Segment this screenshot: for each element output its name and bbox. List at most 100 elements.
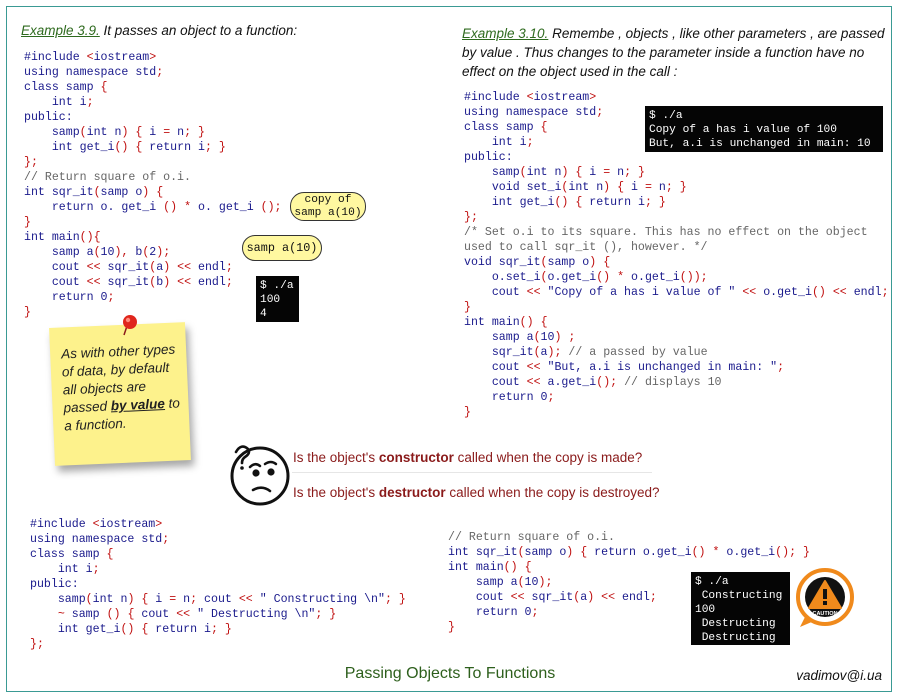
code-line: using namespace std; [30, 533, 170, 546]
question-1-keyword: constructor [378, 450, 454, 465]
code-line: } [24, 216, 31, 229]
code-line: return 0; [448, 606, 539, 619]
code-line: o.set_i(o.get_i() * o.get_i()); [464, 271, 708, 284]
code-line: void set_i(int n) { i = n; } [464, 181, 687, 194]
question-2-keyword: destructor [378, 485, 446, 500]
code-line: cout << sqr_it(b) << endl; [24, 276, 233, 289]
terminal-output-3: $ ./a Constructing 100 Destructing Destru… [691, 572, 790, 645]
code-line: return 0; [24, 291, 115, 304]
terminal-line: $ ./a [695, 576, 729, 588]
question-separator-1 [292, 472, 652, 473]
code-line: int main(){ [24, 231, 101, 244]
code-line: class samp { [30, 548, 114, 561]
samp-a-bubble: samp a(10) [242, 235, 322, 261]
code-line: // Return square of o.i. [448, 531, 615, 544]
copy-of-label: copy of [304, 193, 352, 206]
code-line: } [448, 621, 455, 634]
copy-of-samp-bubble: copy of samp a(10) [290, 192, 366, 221]
code-line: int get_i() { return i; } [30, 623, 232, 636]
example-3-10-line1: Example 3.10. Remembe , objects , like o… [462, 24, 884, 43]
terminal-line: Constructing [695, 590, 783, 602]
code-line: int i; [464, 136, 534, 149]
code-line: int get_i() { return i; } [24, 141, 226, 154]
terminal-line: $ ./a [260, 280, 294, 292]
code-example-3-9: #include <iostream> using namespace std;… [24, 50, 282, 320]
example-3-10-heading: Example 3.10. Remembe , objects , like o… [462, 24, 884, 81]
code-line: public: [30, 578, 79, 591]
code-line: samp a(10); [448, 576, 553, 589]
code-line: int i; [30, 563, 100, 576]
code-line: class samp { [24, 81, 108, 94]
code-line: int sqr_it(samp o) { return o.get_i() * … [448, 546, 810, 559]
code-line: cout << "But, a.i is unchanged in main: … [464, 361, 785, 374]
terminal-line: Destructing [695, 618, 776, 630]
question-2-prefix: Is the object's [293, 485, 379, 500]
question-destructor: Is the object's destructor called when t… [293, 484, 660, 502]
question-1-suffix: called when the copy is made? [453, 450, 643, 465]
note-emphasis: by value [110, 396, 166, 414]
code-line: using namespace std; [24, 66, 164, 79]
question-2-suffix: called when the copy is destroyed? [445, 485, 660, 500]
code-line: int i; [24, 96, 94, 109]
code-line: return o. get_i () * o. get_i (); [24, 201, 282, 214]
code-line: #include <iostream> [30, 518, 163, 531]
example-3-9-label: Example 3.9. [21, 23, 100, 38]
code-line: } [464, 406, 471, 419]
question-constructor: Is the object's constructor called when … [293, 449, 642, 467]
terminal-line: 100 [260, 294, 281, 306]
code-line: used to call sqr_it (), however. */ [464, 241, 708, 254]
author-email: vadimov@i.ua [796, 668, 882, 683]
sticky-note: As with other types of data, by default … [49, 322, 191, 466]
terminal-line: 4 [260, 308, 267, 320]
code-line: int sqr_it(samp o) { [24, 186, 164, 199]
code-line: samp a(10), b(2); [24, 246, 171, 259]
example-3-10-label: Example 3.10. [462, 26, 549, 41]
code-line: samp(int n) { i = n; cout << " Construct… [30, 593, 406, 606]
samp-a-label: samp a(10) [246, 240, 318, 255]
terminal-output-2: $ ./a Copy of a has i value of 100 But, a.… [645, 106, 883, 152]
code-line: class samp { [464, 121, 548, 134]
code-constructor-destructor-class: #include <iostream> using namespace std;… [30, 517, 406, 652]
code-line: samp(int n) { i = n; } [464, 166, 646, 179]
code-line: }; [464, 211, 478, 224]
code-line: public: [464, 151, 513, 164]
code-line: } [464, 301, 471, 314]
code-line: samp(int n) { i = n; } [24, 126, 206, 139]
code-line: void sqr_it(samp o) { [464, 256, 611, 269]
terminal-line: Destructing [695, 632, 776, 644]
code-line: ~ samp () { cout << " Destructing \n"; } [57, 608, 337, 621]
code-line: } [24, 306, 31, 319]
footer-title: Passing Objects To Functions [344, 665, 556, 682]
caution-label: CAUTION [812, 611, 837, 617]
code-line: int main() { [448, 561, 532, 574]
code-line: }; [24, 156, 38, 169]
terminal-line: $ ./a [649, 110, 683, 122]
example-3-10-line1-text: Remembe , objects , like other parameter… [548, 26, 885, 41]
code-line: /* Set o.i to its square. This has no ef… [464, 226, 868, 239]
code-line: cout << sqr_it(a) << endl; [24, 261, 233, 274]
example-3-10-line2: by value . Thus changes to the parameter… [462, 45, 865, 60]
code-line: // Return square of o.i. [24, 171, 191, 184]
terminal-line: 100 [695, 604, 716, 616]
copy-of-object: samp a(10) [294, 206, 362, 219]
code-line: cout << a.get_i(); // displays 10 [464, 376, 722, 389]
code-line: return 0; [464, 391, 555, 404]
code-line: }; [30, 638, 44, 651]
terminal-line: But, a.i is unchanged in main: 10 [649, 138, 871, 150]
terminal-line: Copy of a has i value of 100 [649, 124, 837, 136]
example-3-9-text: It passes an object to a function: [99, 23, 298, 38]
question-1-prefix: Is the object's [293, 450, 379, 465]
code-line: cout << "Copy of a has i value of " << o… [464, 286, 889, 299]
code-line: #include <iostream> [24, 51, 157, 64]
example-3-9-heading: Example 3.9. It passes an object to a fu… [21, 21, 297, 40]
terminal-output-1: $ ./a 100 4 [256, 276, 299, 322]
code-line: samp a(10) ; [464, 331, 576, 344]
example-3-10-line3: effect on the object used in the call : [462, 64, 678, 79]
code-line: int get_i() { return i; } [464, 196, 666, 209]
thinking-face-icon [230, 445, 290, 506]
push-pin-icon [123, 315, 137, 336]
code-line: using namespace std; [464, 106, 604, 119]
code-line: cout << sqr_it(a) << endl; [448, 591, 657, 604]
code-line: int main() { [464, 316, 548, 329]
code-line: public: [24, 111, 73, 124]
